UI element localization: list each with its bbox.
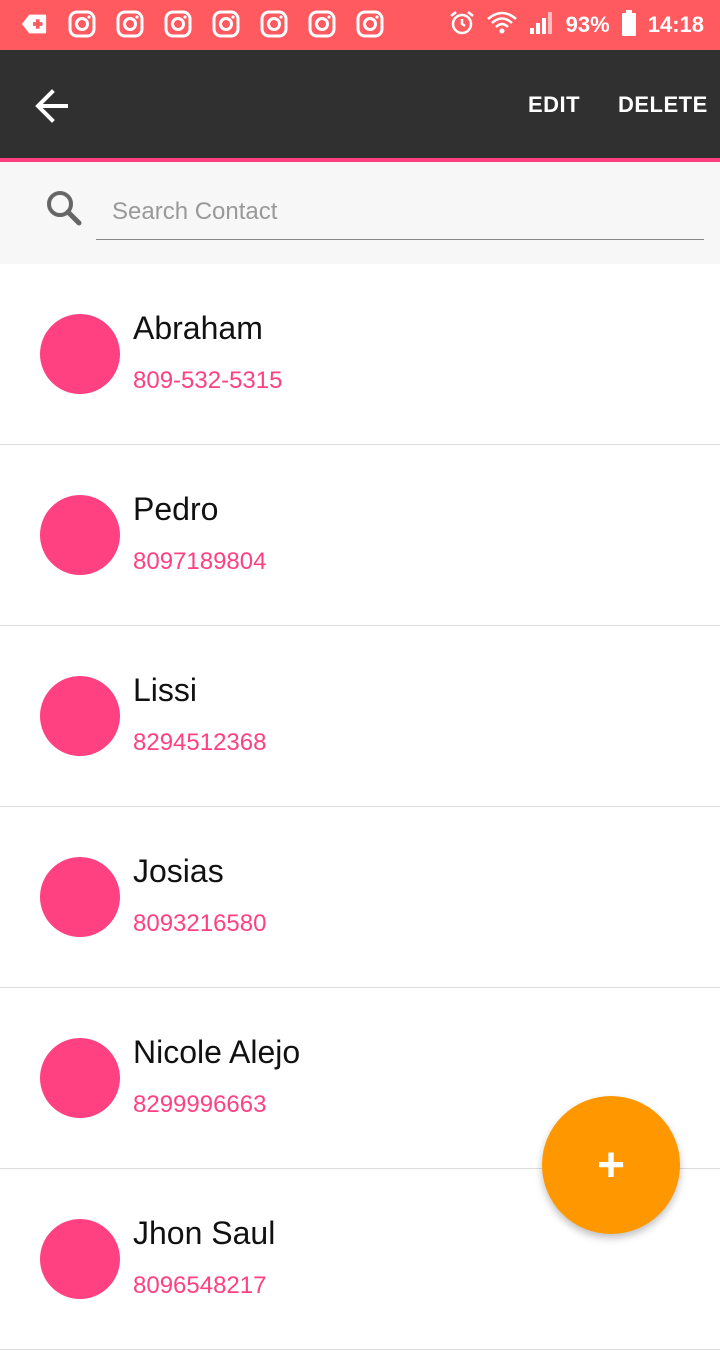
battery-percent: 93% xyxy=(565,12,610,37)
alarm-icon xyxy=(448,9,476,42)
search-icon xyxy=(42,186,86,230)
contact-name: Abraham xyxy=(133,310,263,346)
instagram-icon xyxy=(308,10,336,38)
contact-name: Nicole Alejo xyxy=(133,1034,301,1070)
avatar xyxy=(40,676,120,756)
delete-button[interactable]: DELETE xyxy=(618,92,708,118)
instagram-icon xyxy=(164,10,192,38)
contact-phone: 8097189804 xyxy=(133,548,267,575)
add-contact-button[interactable]: + xyxy=(542,1096,680,1234)
signal-icon xyxy=(528,10,556,41)
add-notification-icon xyxy=(20,10,48,38)
contact-name: Lissi xyxy=(133,672,198,708)
instagram-icon xyxy=(68,10,96,38)
app-toolbar: EDIT DELETE xyxy=(0,50,720,162)
wifi-icon xyxy=(486,9,518,42)
status-bar: 93% 14:18 xyxy=(0,0,720,50)
plus-icon: + xyxy=(596,1138,626,1192)
back-arrow-icon[interactable] xyxy=(30,84,74,128)
contact-phone: 8096548217 xyxy=(133,1272,267,1299)
contact-item[interactable]: Abraham 809-532-5315 xyxy=(0,264,720,445)
search-input[interactable] xyxy=(96,184,704,240)
contact-phone: 8093216580 xyxy=(133,910,267,937)
clock: 14:18 xyxy=(647,12,704,37)
avatar xyxy=(40,495,120,575)
contact-item[interactable]: Lissi 8294512368 xyxy=(0,626,720,807)
search-bar xyxy=(0,162,720,264)
instagram-icon xyxy=(116,10,144,38)
contact-name: Josias xyxy=(133,853,224,889)
contact-name: Pedro xyxy=(133,491,219,527)
contact-item[interactable]: Josias 8093216580 xyxy=(0,807,720,988)
instagram-icon xyxy=(356,10,384,38)
instagram-icon xyxy=(260,10,288,38)
contact-item[interactable]: Pedro 8097189804 xyxy=(0,445,720,626)
avatar xyxy=(40,1219,120,1299)
instagram-icon xyxy=(212,10,240,38)
edit-button[interactable]: EDIT xyxy=(528,92,580,118)
contact-phone: 8299996663 xyxy=(133,1091,267,1118)
contact-phone: 809-532-5315 xyxy=(133,367,283,394)
system-status: 93% 14:18 xyxy=(448,9,704,42)
avatar xyxy=(40,1038,120,1118)
notification-icons xyxy=(20,10,384,38)
avatar xyxy=(40,314,120,394)
contact-phone: 8294512368 xyxy=(133,729,267,756)
battery-icon xyxy=(620,9,638,42)
contact-name: Jhon Saul xyxy=(133,1215,276,1251)
avatar xyxy=(40,857,120,937)
